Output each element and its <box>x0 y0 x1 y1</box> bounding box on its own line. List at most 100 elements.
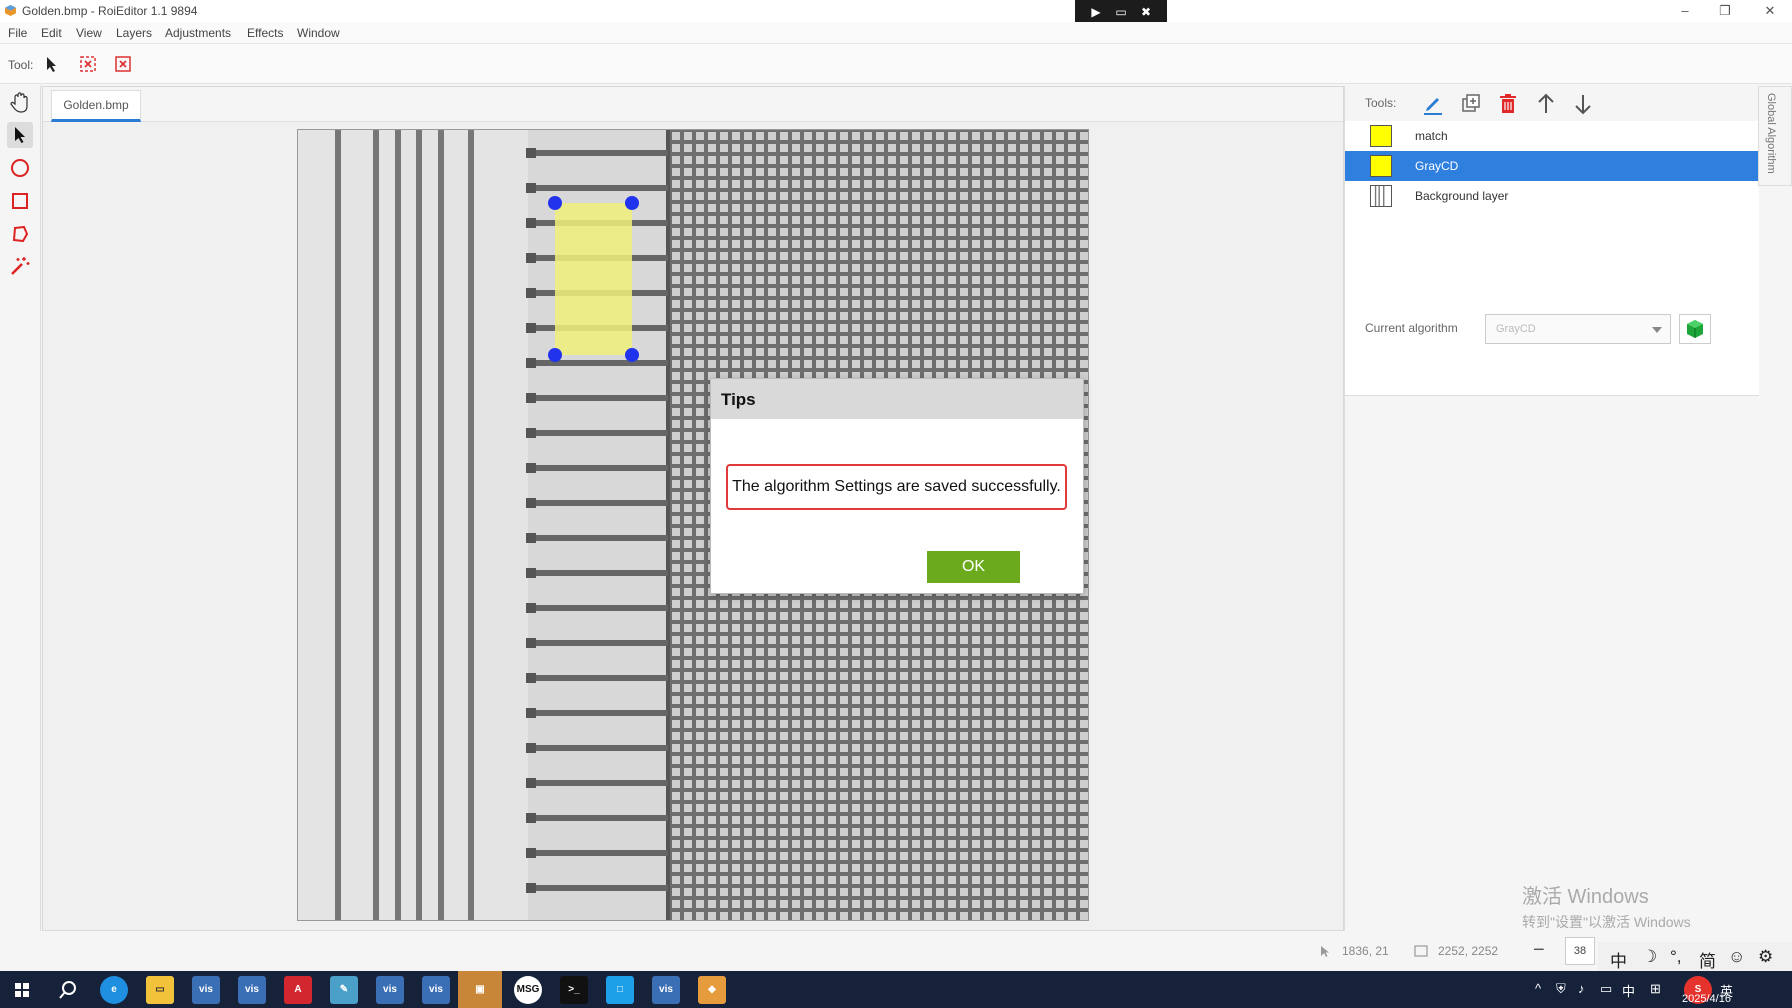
tray-grid-icon[interactable]: ⊞ <box>1650 981 1661 997</box>
emoji-icon[interactable]: ☺ <box>1728 947 1745 967</box>
watermark-title: 激活 Windows <box>1522 886 1649 908</box>
title-bar: Golden.bmp - RoiEditor 1.1 9894 ▶ ▭ ✖ – … <box>0 0 1792 27</box>
settings-gear-icon[interactable]: ⚙ <box>1758 947 1773 967</box>
move-down-icon[interactable] <box>1570 91 1596 117</box>
current-algorithm-select[interactable]: GrayCD <box>1485 314 1671 344</box>
msg-app-icon[interactable]: MSG <box>514 976 542 1004</box>
cursor-position: 1836, 21 <box>1342 944 1389 958</box>
security-icon[interactable]: ⛨ <box>1556 981 1566 997</box>
menu-adjustments[interactable]: Adjustments <box>165 26 231 40</box>
delete-selection-icon[interactable] <box>78 54 98 74</box>
menu-file[interactable]: File <box>8 26 27 40</box>
algorithm-settings-button[interactable] <box>1679 314 1711 344</box>
pointer-tool-icon[interactable] <box>42 54 62 74</box>
layer-name: GrayCD <box>1415 159 1459 173</box>
background-layer-thumbnail <box>1370 185 1392 207</box>
moon-icon[interactable]: ☽ <box>1642 947 1657 967</box>
roi-handle[interactable] <box>548 348 562 362</box>
polygon-tool-icon[interactable] <box>7 221 33 247</box>
keyboard-icon[interactable]: ▭ <box>1112 5 1130 21</box>
search-icon[interactable] <box>54 976 82 1004</box>
layer-name: match <box>1415 129 1448 143</box>
layer-list: match GrayCD Background layer <box>1345 121 1759 396</box>
status-bar: 1836, 21 2252, 2252 − 38 <box>0 931 1792 971</box>
global-algorithm-tab[interactable]: Global Algorithm <box>1758 86 1792 186</box>
toolbar: Tool: <box>0 44 1792 84</box>
dialog-title: Tips <box>721 390 756 409</box>
layer-color-swatch <box>1370 125 1392 147</box>
close-session-icon[interactable]: ✖ <box>1137 5 1155 21</box>
ime-toolbar: 中 ☽ °, 简 ☺ ⚙ <box>1598 942 1792 972</box>
menu-bar: File Edit View Layers Adjustments Effect… <box>0 22 1792 44</box>
delete-layer-icon[interactable] <box>1495 91 1521 117</box>
layer-name: Background layer <box>1415 189 1509 203</box>
clear-all-icon[interactable] <box>113 54 133 74</box>
taskbar: e ▭ vis vis A ✎ vis vis ▣ MSG >_ □ vis ◆… <box>0 971 1792 1008</box>
ime-mode[interactable]: 中 <box>1610 947 1627 972</box>
tray-date[interactable]: 2025/4/16 <box>1682 993 1731 1005</box>
layer-match[interactable]: match <box>1345 121 1759 151</box>
notes-app-icon[interactable]: ✎ <box>330 976 358 1004</box>
vis-app-icon[interactable]: vis <box>652 976 680 1004</box>
panel-tools-label: Tools: <box>1365 96 1397 110</box>
roi-handle[interactable] <box>548 196 562 210</box>
tab-golden-bmp[interactable]: Golden.bmp <box>51 90 141 122</box>
edge-icon[interactable]: e <box>100 976 128 1004</box>
zoom-out-icon[interactable]: − <box>1533 939 1545 962</box>
edit-icon[interactable] <box>1420 91 1446 117</box>
rectangle-tool-icon[interactable] <box>7 188 33 214</box>
tray-language[interactable]: 中 <box>1622 981 1635 1000</box>
cube-app-icon[interactable]: ◆ <box>698 976 726 1004</box>
tray-expand-icon[interactable]: ^ <box>1535 981 1541 996</box>
app-icon[interactable]: □ <box>606 976 634 1004</box>
close-button[interactable]: ✕ <box>1750 1 1790 21</box>
windows-start-icon[interactable] <box>8 976 36 1004</box>
vis-app-icon[interactable]: vis <box>192 976 220 1004</box>
ime-simplified[interactable]: 简 <box>1699 947 1716 972</box>
hand-tool-icon[interactable] <box>7 90 33 116</box>
layer-background[interactable]: Background layer <box>1345 181 1759 211</box>
app-icon <box>5 5 16 16</box>
zoom-field[interactable]: 38 <box>1565 937 1595 965</box>
move-up-icon[interactable] <box>1533 91 1559 117</box>
select-tool-icon[interactable] <box>7 122 33 148</box>
file-explorer-icon[interactable]: ▭ <box>146 976 174 1004</box>
terminal-icon[interactable]: >_ <box>560 976 588 1004</box>
dialog-header: Tips <box>711 379 1083 419</box>
menu-window[interactable]: Window <box>297 26 340 40</box>
magic-wand-icon[interactable] <box>7 253 33 279</box>
cube-icon <box>1687 320 1703 338</box>
layer-color-swatch <box>1370 155 1392 177</box>
current-algorithm-value: GrayCD <box>1496 323 1536 335</box>
layers-panel: Tools: match GrayCD Background layer Cur… <box>1344 86 1759 931</box>
menu-layers[interactable]: Layers <box>116 26 152 40</box>
layer-graycd[interactable]: GrayCD <box>1345 151 1759 181</box>
image-size: 2252, 2252 <box>1438 944 1499 958</box>
menu-view[interactable]: View <box>76 26 102 40</box>
network-icon[interactable]: ▭ <box>1600 981 1612 997</box>
roieditor-taskbar-icon[interactable]: ▣ <box>458 971 502 1008</box>
image-size-icon <box>1414 945 1428 957</box>
circle-tool-icon[interactable] <box>7 155 33 181</box>
vis-app-icon[interactable]: vis <box>422 976 450 1004</box>
vis-app-icon[interactable]: vis <box>238 976 266 1004</box>
menu-effects[interactable]: Effects <box>247 26 283 40</box>
punctuation-icon[interactable]: °, <box>1670 947 1682 967</box>
pin-icon[interactable]: ▶ <box>1087 5 1105 21</box>
activation-watermark: 激活 Windows 转到"设置"以激活 Windows <box>1522 880 1691 932</box>
ok-button[interactable]: OK <box>927 551 1020 583</box>
roi-rectangle[interactable] <box>555 203 632 355</box>
vis-app-icon[interactable]: vis <box>376 976 404 1004</box>
current-algorithm-label: Current algorithm <box>1365 321 1458 335</box>
menu-edit[interactable]: Edit <box>41 26 62 40</box>
tips-dialog: Tips The algorithm Settings are saved su… <box>710 378 1084 594</box>
roi-handle[interactable] <box>625 348 639 362</box>
restore-button[interactable]: ❐ <box>1705 1 1745 21</box>
volume-icon[interactable]: ♪ <box>1578 981 1585 996</box>
roi-handle[interactable] <box>625 196 639 210</box>
duplicate-layer-icon[interactable] <box>1458 91 1484 117</box>
document-tab-row: Golden.bmp <box>43 87 1343 122</box>
pdf-app-icon[interactable]: A <box>284 976 312 1004</box>
dialog-message: The algorithm Settings are saved success… <box>726 464 1067 510</box>
minimize-button[interactable]: – <box>1665 1 1705 21</box>
